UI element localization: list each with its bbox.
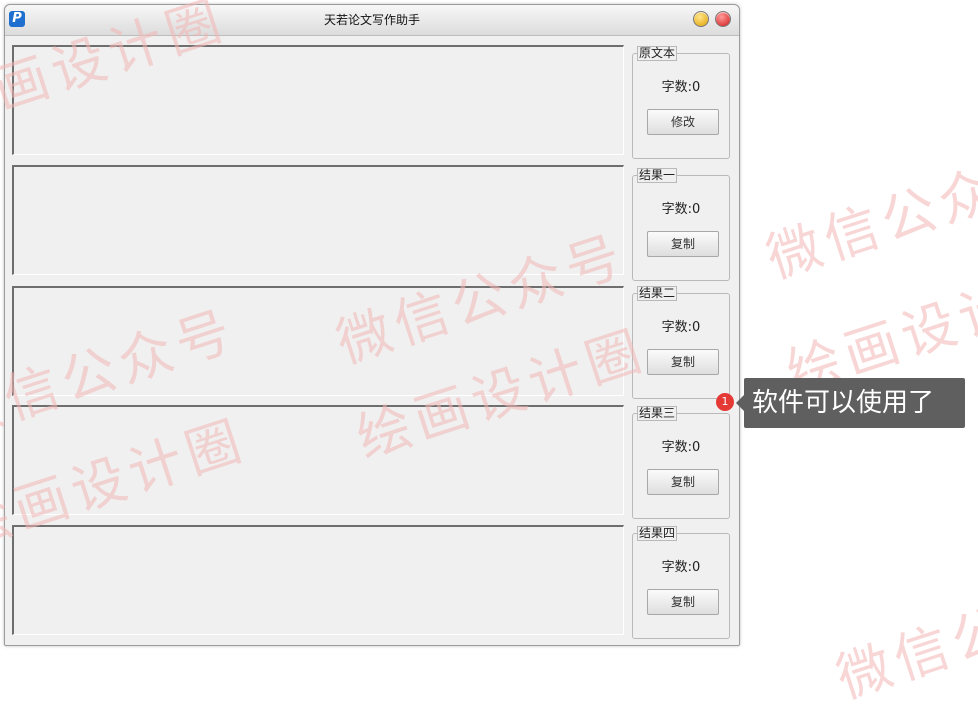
result-2-group: 结果二 字数:0 复制 bbox=[632, 286, 730, 399]
original-text-area[interactable] bbox=[12, 45, 624, 155]
word-count-label: 字数:0 bbox=[661, 440, 701, 455]
close-icon[interactable] bbox=[715, 11, 731, 27]
group-title: 结果三 bbox=[637, 406, 678, 421]
result-3-text-area[interactable] bbox=[12, 405, 624, 515]
result-4-group: 结果四 字数:0 复制 bbox=[632, 526, 730, 639]
result-1-group: 结果一 字数:0 复制 bbox=[632, 168, 730, 281]
copy-button[interactable]: 复制 bbox=[647, 349, 719, 375]
word-count-label: 字数:0 bbox=[661, 320, 701, 335]
word-count-label: 字数:0 bbox=[661, 560, 701, 575]
result-1-text-area[interactable] bbox=[12, 165, 624, 275]
title-bar[interactable]: P 天若论文写作助手 bbox=[5, 5, 739, 36]
window-title: 天若论文写作助手 bbox=[323, 13, 420, 27]
group-title: 结果四 bbox=[637, 526, 678, 541]
word-count-label: 字数:0 bbox=[661, 80, 701, 95]
group-title: 结果二 bbox=[637, 286, 678, 301]
result-4-text-area[interactable] bbox=[12, 525, 624, 635]
copy-button[interactable]: 复制 bbox=[647, 231, 719, 257]
annotation-callout: 软件可以使用了 bbox=[736, 378, 965, 428]
word-count-label: 字数:0 bbox=[661, 202, 701, 217]
minimize-icon[interactable] bbox=[693, 11, 709, 27]
group-title: 结果一 bbox=[637, 168, 678, 183]
original-text-group: 原文本 字数:0 修改 bbox=[632, 46, 730, 159]
watermark-text: 微信公众号 bbox=[829, 557, 978, 711]
annotation-badge: 1 bbox=[716, 393, 734, 411]
app-window: P 天若论文写作助手 原文本 字数:0 修改 结果一 字数:0 复制 结果二 字… bbox=[4, 4, 740, 646]
watermark-text: 微信公众号 bbox=[759, 137, 978, 291]
result-2-text-area[interactable] bbox=[12, 286, 624, 396]
result-3-group: 结果三 字数:0 复制 bbox=[632, 406, 730, 519]
copy-button[interactable]: 复制 bbox=[647, 469, 719, 495]
copy-button[interactable]: 复制 bbox=[647, 589, 719, 615]
group-title: 原文本 bbox=[637, 46, 678, 61]
modify-button[interactable]: 修改 bbox=[647, 109, 719, 135]
